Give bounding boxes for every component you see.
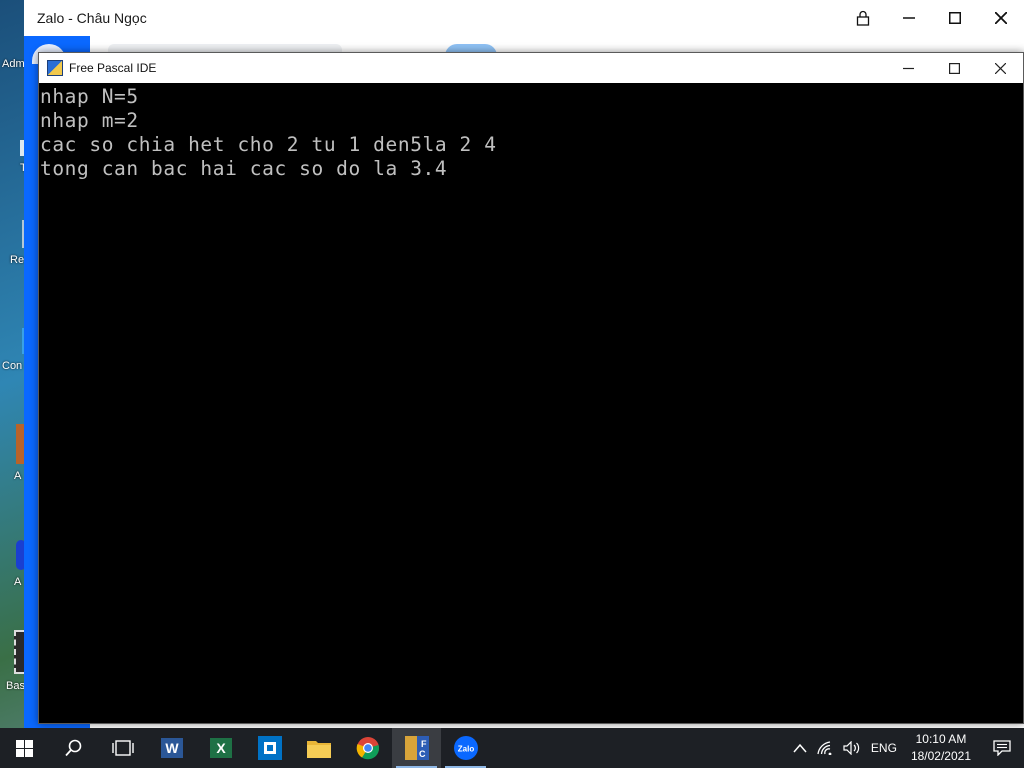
free-pascal-window: Free Pascal IDE nhap N=5 nhap m=2 cac so… [38, 52, 1024, 724]
zalo-window-title: Zalo - Châu Ngọc [37, 10, 147, 26]
chevron-up-icon [793, 743, 807, 753]
clock-time: 10:10 AM [915, 732, 967, 746]
zalo-button[interactable]: Zalo [441, 728, 490, 768]
word-icon: W [160, 738, 183, 758]
search-button[interactable] [49, 728, 98, 768]
fpc-minimize-button[interactable] [885, 53, 931, 83]
svg-text:C: C [419, 749, 426, 759]
console-line: nhap N=5 [40, 85, 139, 108]
file-explorer-button[interactable] [294, 728, 343, 768]
task-view-icon [111, 740, 134, 756]
system-clock[interactable]: 10:10 AM 18/02/2021 [902, 731, 980, 765]
lock-icon [856, 10, 870, 26]
maximize-icon [948, 62, 960, 74]
chrome-icon [356, 737, 379, 760]
svg-text:X: X [216, 740, 226, 756]
taskbar: W X FC Zalo ENG 10:10 AM 18/02/2021 [0, 728, 1024, 768]
start-button[interactable] [0, 728, 49, 768]
folder-icon [306, 741, 331, 758]
chrome-button[interactable] [343, 728, 392, 768]
fpc-titlebar: Free Pascal IDE [39, 53, 1023, 83]
fpc-window-title: Free Pascal IDE [69, 61, 157, 75]
svg-text:Zalo: Zalo [457, 745, 474, 754]
maximize-icon [949, 12, 961, 24]
fpc-maximize-button[interactable] [931, 53, 977, 83]
task-view-button[interactable] [98, 728, 147, 768]
close-icon [994, 62, 1006, 74]
excel-icon: X [209, 738, 232, 758]
zalo-close-button[interactable] [978, 0, 1024, 36]
word-button[interactable]: W [147, 728, 196, 768]
fpc-close-button[interactable] [977, 53, 1023, 83]
tray-overflow-button[interactable] [788, 728, 812, 768]
action-center-button[interactable] [980, 728, 1024, 768]
free-pascal-button[interactable]: FC [392, 728, 441, 768]
language-indicator[interactable]: ENG [866, 728, 902, 768]
minimize-icon [902, 67, 914, 69]
close-icon [995, 12, 1007, 24]
free-pascal-app-icon [47, 60, 63, 76]
svg-text:F: F [421, 739, 427, 749]
zalo-titlebar: Zalo - Châu Ngọc [24, 0, 1024, 36]
console-line: nhap m=2 [40, 109, 139, 132]
svg-text:W: W [165, 740, 179, 756]
console-line: tong can bac hai cac so do la 3.4 [40, 157, 448, 180]
wifi-icon [817, 741, 832, 755]
zalo-icon: Zalo [453, 736, 478, 760]
tray-network-button[interactable] [812, 728, 838, 768]
notification-icon [993, 740, 1011, 756]
tray-volume-button[interactable] [838, 728, 866, 768]
outlook-button[interactable] [245, 728, 294, 768]
zalo-lock-button[interactable] [840, 0, 886, 36]
excel-button[interactable]: X [196, 728, 245, 768]
volume-icon [843, 741, 860, 755]
free-pascal-icon: FC [404, 736, 429, 760]
search-icon [64, 739, 81, 757]
console-line: cac so chia het cho 2 tu 1 den5la 2 4 [40, 133, 497, 156]
outlook-icon [257, 736, 282, 760]
clock-date: 18/02/2021 [910, 749, 971, 763]
minimize-icon [903, 17, 915, 19]
zalo-maximize-button[interactable] [932, 0, 978, 36]
console-output[interactable]: nhap N=5 nhap m=2 cac so chia het cho 2 … [39, 83, 1023, 181]
windows-logo-icon [16, 739, 33, 757]
zalo-minimize-button[interactable] [886, 0, 932, 36]
